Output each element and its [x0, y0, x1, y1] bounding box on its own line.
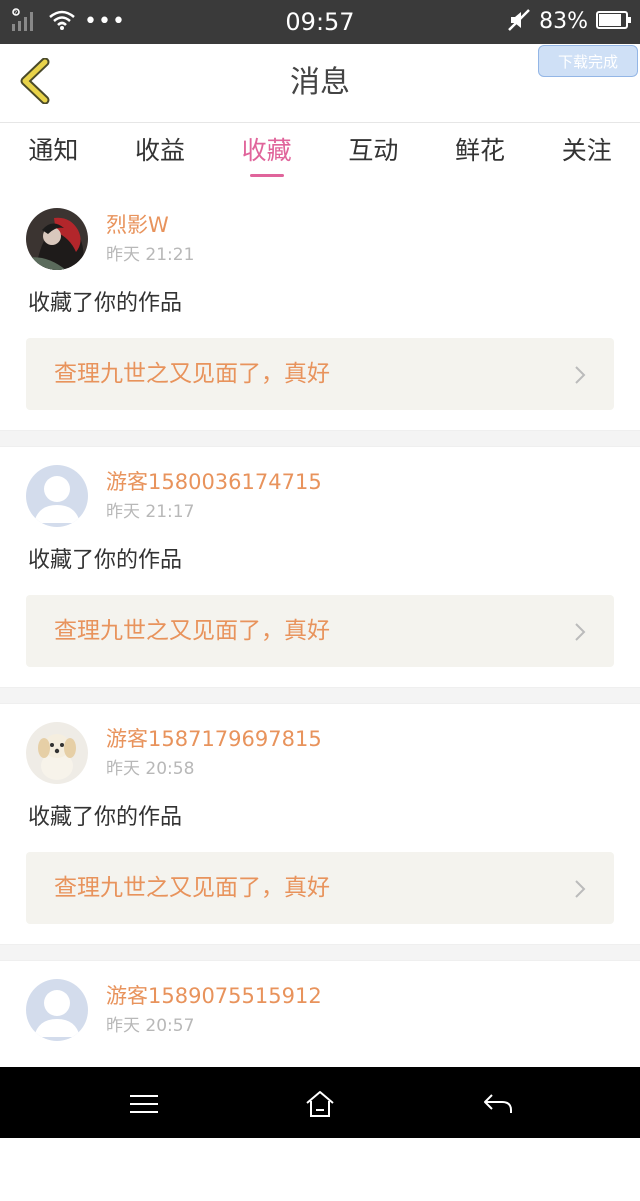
home-icon — [306, 1091, 334, 1117]
divider — [0, 430, 640, 447]
chevron-right-icon — [575, 880, 586, 898]
back-arrow-icon — [484, 1094, 512, 1113]
default-avatar — [26, 465, 88, 527]
system-nav-bar — [0, 1067, 640, 1138]
timestamp: 昨天 20:57 — [106, 1016, 195, 1036]
username[interactable]: 游客1580036174715 — [106, 469, 322, 495]
username[interactable]: 游客1587179697815 — [106, 726, 322, 752]
timestamp: 昨天 21:17 — [106, 502, 195, 522]
action-text: 收藏了你的作品 — [28, 805, 183, 830]
tab-label: 收益 — [135, 136, 186, 165]
list-item: 游客1580036174715 昨天 21:17 收藏了你的作品 查理九世之又见… — [0, 447, 640, 687]
tab-interactions[interactable]: 互动 — [320, 123, 427, 179]
back-nav-button[interactable] — [478, 1087, 518, 1121]
work-title: 查理九世之又见面了，真好 — [54, 618, 330, 644]
active-tab-indicator — [249, 174, 284, 177]
tab-label: 通知 — [28, 136, 79, 165]
mute-icon — [507, 8, 531, 36]
home-button[interactable] — [300, 1087, 340, 1121]
tab-label: 鲜花 — [455, 136, 506, 165]
puppy-avatar — [26, 722, 88, 784]
favorites-feed: 烈影W 昨天 21:21 收藏了你的作品 查理九世之又见面了，真好 游客1580… — [0, 190, 640, 1201]
action-text: 收藏了你的作品 — [28, 291, 183, 316]
download-complete-toast: 下载完成 — [538, 45, 638, 77]
status-right: 83% — [507, 8, 632, 36]
avatar[interactable] — [26, 722, 88, 784]
status-bar: ? ••• 09:57 83% — [0, 0, 640, 44]
tab-bar: 通知 收益 收藏 互动 鲜花 关注 — [0, 123, 640, 179]
top-app-bar: 消息 下载完成 — [0, 44, 640, 123]
work-link[interactable]: 查理九世之又见面了，真好 — [26, 852, 614, 924]
chevron-right-icon — [575, 623, 586, 641]
avatar[interactable] — [26, 979, 88, 1041]
timestamp: 昨天 20:58 — [106, 759, 195, 779]
divider — [0, 687, 640, 704]
chevron-right-icon — [575, 366, 586, 384]
work-link[interactable]: 查理九世之又见面了，真好 — [26, 595, 614, 667]
action-text: 收藏了你的作品 — [28, 548, 183, 573]
menu-button[interactable] — [124, 1087, 164, 1121]
list-item: 烈影W 昨天 21:21 收藏了你的作品 查理九世之又见面了，真好 — [0, 190, 640, 430]
divider — [0, 944, 640, 961]
work-title: 查理九世之又见面了，真好 — [54, 875, 330, 901]
work-title: 查理九世之又见面了，真好 — [54, 361, 330, 387]
menu-icon — [130, 1095, 158, 1113]
tab-flowers[interactable]: 鲜花 — [427, 123, 534, 179]
list-item: 游客1587179697815 昨天 20:58 收藏了你的作品 查理九世之又见… — [0, 704, 640, 944]
avatar[interactable] — [26, 208, 88, 270]
tab-label: 关注 — [561, 136, 612, 165]
tab-label: 收藏 — [241, 136, 292, 165]
avatar[interactable] — [26, 465, 88, 527]
default-avatar — [26, 979, 88, 1041]
username[interactable]: 游客1589075515912 — [106, 983, 322, 1009]
tab-earnings[interactable]: 收益 — [107, 123, 214, 179]
tab-favorites[interactable]: 收藏 — [213, 123, 320, 179]
tab-label: 互动 — [348, 136, 399, 165]
timestamp: 昨天 21:21 — [106, 245, 195, 265]
battery-icon — [596, 10, 632, 34]
tab-follows[interactable]: 关注 — [533, 123, 640, 179]
tab-notifications[interactable]: 通知 — [0, 123, 107, 179]
username[interactable]: 烈影W — [106, 212, 169, 238]
work-link[interactable]: 查理九世之又见面了，真好 — [26, 338, 614, 410]
battery-percent: 83% — [539, 9, 588, 34]
anime-avatar — [26, 208, 88, 270]
